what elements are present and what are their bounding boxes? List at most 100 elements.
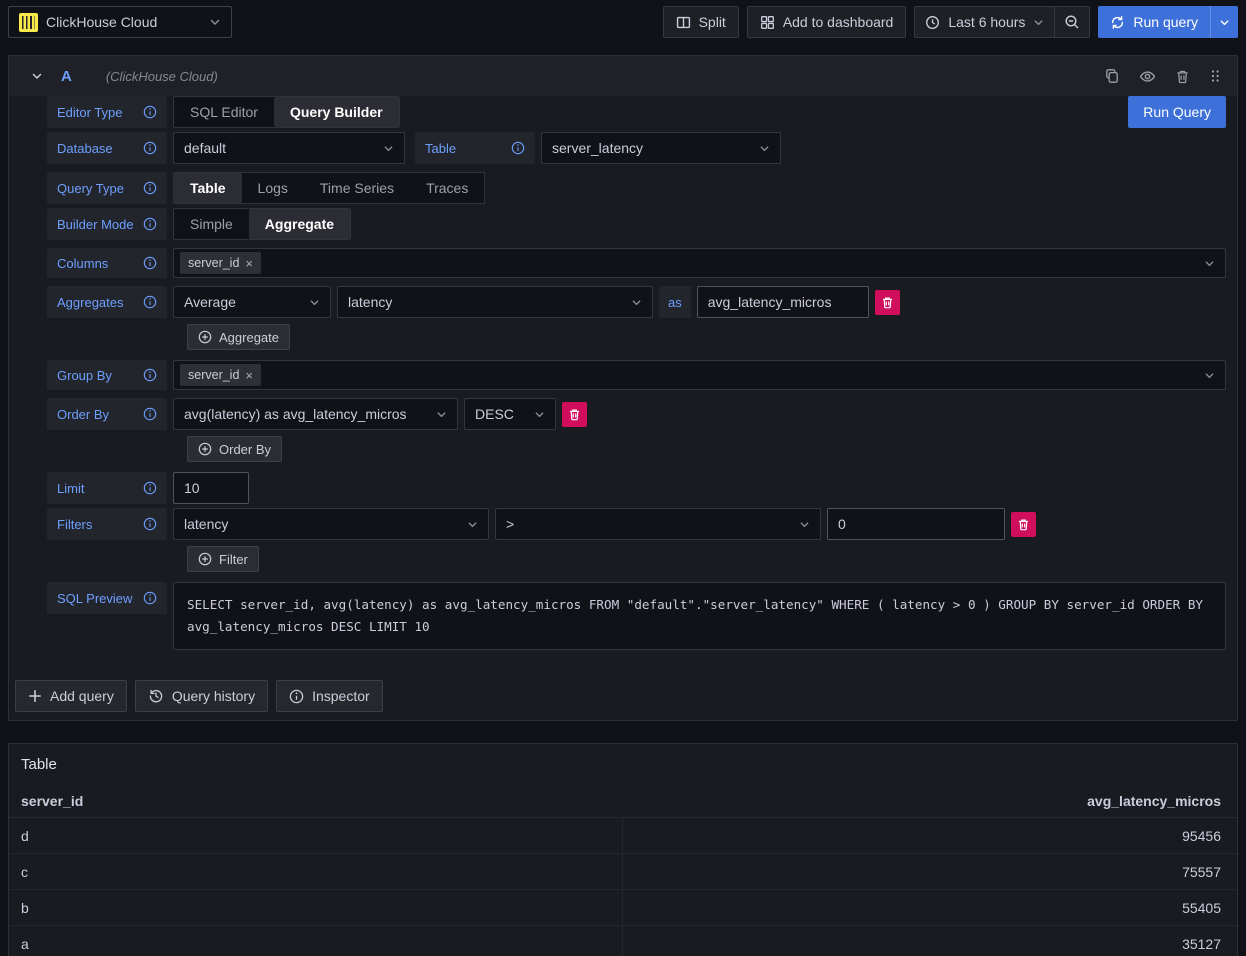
clock-icon [925, 15, 940, 30]
info-icon[interactable] [143, 368, 157, 382]
builder-mode-aggregate[interactable]: Aggregate [249, 209, 350, 239]
inspector-button[interactable]: Inspector [276, 680, 383, 712]
datasource-picker[interactable]: ClickHouse Cloud [8, 6, 232, 38]
remove-order-by-button[interactable] [562, 402, 587, 427]
chevron-down-icon [1204, 258, 1215, 269]
time-range-label: Last 6 hours [948, 14, 1025, 30]
remove-chip-icon[interactable]: × [245, 369, 253, 382]
aggregates-label: Aggregates [47, 286, 167, 318]
group-by-label: Group By [47, 360, 167, 390]
info-icon[interactable] [143, 517, 157, 531]
add-to-dashboard-label: Add to dashboard [783, 14, 894, 30]
eye-icon [1139, 68, 1156, 85]
info-icon[interactable] [143, 256, 157, 270]
chevron-down-icon [1204, 370, 1215, 381]
database-select[interactable]: default [173, 132, 405, 164]
builder-mode-toggle: Simple Aggregate [173, 208, 351, 240]
info-icon[interactable] [143, 141, 157, 155]
order-by-direction-select[interactable]: DESC [464, 398, 556, 430]
remove-query-button[interactable] [1175, 69, 1190, 84]
cell-server-id: b [9, 890, 623, 925]
table-row[interactable]: c 75557 [9, 854, 1237, 890]
table-select[interactable]: server_latency [541, 132, 781, 164]
query-editor-section: A (ClickHouse Cloud) [8, 55, 1238, 721]
order-by-field-select[interactable]: avg(latency) as avg_latency_micros [173, 398, 458, 430]
plus-circle-icon [198, 330, 212, 344]
aggregate-column-select[interactable]: latency [337, 286, 653, 318]
add-order-by-button[interactable]: Order By [187, 436, 282, 462]
panel-title: Table [9, 752, 1237, 785]
chevron-down-icon [383, 143, 394, 154]
sync-icon [1110, 15, 1125, 30]
info-icon[interactable] [143, 295, 157, 309]
columns-label: Columns [47, 248, 167, 278]
zoom-out-time-button[interactable] [1054, 7, 1089, 37]
hide-query-button[interactable] [1139, 68, 1156, 85]
remove-aggregate-button[interactable] [875, 290, 900, 315]
chevron-down-icon [209, 16, 221, 28]
table-row[interactable]: a 35127 [9, 926, 1237, 956]
time-range-button[interactable]: Last 6 hours [915, 7, 1054, 37]
query-builder-form: Editor Type SQL Editor Query Builder Run… [9, 96, 1237, 650]
sql-preview-text: SELECT server_id, avg(latency) as avg_la… [173, 582, 1226, 650]
run-query-button[interactable]: Run query [1098, 6, 1210, 38]
group-by-multiselect[interactable]: server_id × [173, 360, 1226, 390]
split-label: Split [699, 14, 726, 30]
info-icon[interactable] [511, 141, 525, 155]
query-type-traces[interactable]: Traces [410, 173, 484, 203]
run-query-inner-button[interactable]: Run Query [1128, 96, 1226, 128]
aggregate-function-select[interactable]: Average [173, 286, 331, 318]
split-button[interactable]: Split [663, 6, 739, 38]
filter-value-input[interactable] [827, 508, 1005, 540]
aggregate-alias-input[interactable] [697, 286, 869, 318]
add-to-dashboard-button[interactable]: Add to dashboard [747, 6, 907, 38]
filter-operator-select[interactable]: > [495, 508, 821, 540]
run-query-split-button: Run query [1098, 6, 1238, 38]
filter-column-select[interactable]: latency [173, 508, 489, 540]
column-header-server-id[interactable]: server_id [9, 793, 623, 809]
group-by-chip: server_id × [180, 364, 261, 386]
explore-toolbar: ClickHouse Cloud Split Add to dashboard … [0, 0, 1246, 44]
query-history-button[interactable]: Query history [135, 680, 268, 712]
editor-type-sql-editor[interactable]: SQL Editor [174, 97, 274, 127]
query-type-time-series[interactable]: Time Series [304, 173, 410, 203]
info-icon[interactable] [143, 181, 157, 195]
info-circle-icon [289, 689, 304, 704]
editor-type-query-builder[interactable]: Query Builder [274, 97, 399, 127]
remove-chip-icon[interactable]: × [245, 257, 253, 270]
add-filter-button[interactable]: Filter [187, 546, 259, 572]
column-header-avg-latency-micros[interactable]: avg_latency_micros [623, 793, 1237, 809]
table-row[interactable]: d 95456 [9, 818, 1237, 854]
info-icon[interactable] [143, 105, 157, 119]
add-query-button[interactable]: Add query [15, 680, 127, 712]
results-table: server_id avg_latency_micros d 95456 c 7… [9, 785, 1237, 956]
builder-mode-label: Builder Mode [47, 208, 167, 240]
info-icon[interactable] [143, 481, 157, 495]
query-type-table[interactable]: Table [174, 173, 242, 203]
columns-multiselect[interactable]: server_id × [173, 248, 1226, 278]
editor-type-label: Editor Type [47, 96, 167, 128]
table-row[interactable]: b 55405 [9, 890, 1237, 926]
add-aggregate-button[interactable]: Aggregate [187, 324, 290, 350]
collapse-query-button[interactable] [31, 70, 43, 82]
info-icon[interactable] [143, 591, 157, 605]
query-type-logs[interactable]: Logs [242, 173, 304, 203]
limit-input[interactable] [173, 472, 249, 504]
info-icon[interactable] [143, 217, 157, 231]
info-icon[interactable] [143, 407, 157, 421]
cell-server-id: d [9, 818, 623, 853]
plus-circle-icon [198, 552, 212, 566]
aggregate-as-label: as [659, 286, 691, 318]
chevron-down-icon [1219, 17, 1230, 28]
sql-preview-label: SQL Preview [47, 582, 167, 614]
drag-query-handle[interactable] [1209, 68, 1221, 84]
builder-mode-simple[interactable]: Simple [174, 209, 249, 239]
query-ref-id: A [61, 68, 72, 85]
remove-filter-button[interactable] [1011, 512, 1036, 537]
duplicate-query-button[interactable] [1104, 68, 1120, 84]
chevron-down-icon [31, 70, 43, 82]
run-query-options-caret[interactable] [1210, 6, 1238, 38]
grip-dots-icon [1209, 68, 1221, 84]
column-chip: server_id × [180, 252, 261, 274]
query-datasource-hint: (ClickHouse Cloud) [106, 69, 1104, 84]
